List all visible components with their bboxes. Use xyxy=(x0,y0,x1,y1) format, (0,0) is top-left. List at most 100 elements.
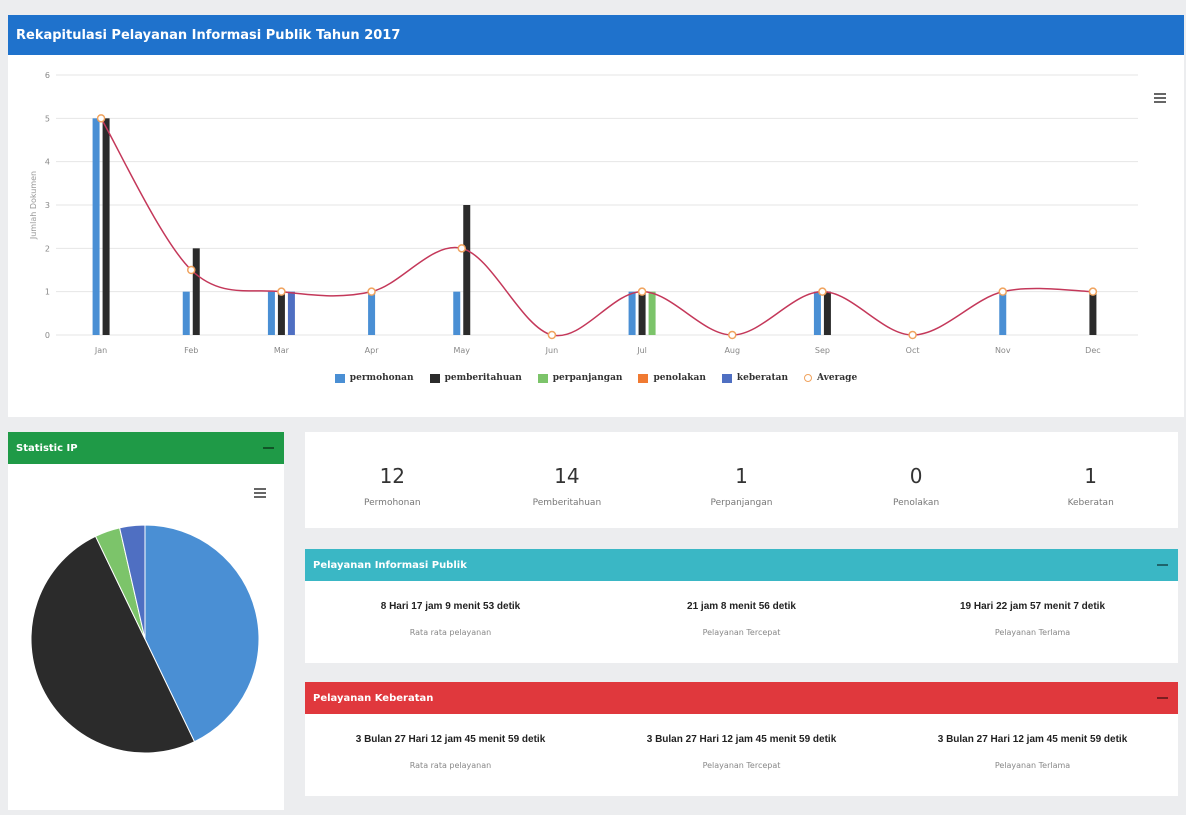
statistic-ip-pie xyxy=(30,524,260,754)
legend-label: perpanjangan xyxy=(552,373,623,383)
legend-item-keberatan[interactable]: keberatan xyxy=(721,373,788,383)
svc-fastest: 21 jam 8 menit 56 detik Pelayanan Tercep… xyxy=(596,601,887,637)
x-tick-label: Jan xyxy=(94,346,107,355)
bar-perpanjangan[interactable] xyxy=(648,291,656,335)
count-value: 1 xyxy=(735,464,748,488)
bar-pemberitahuan[interactable] xyxy=(192,248,200,335)
svc-value: 8 Hari 17 jam 9 menit 53 detik xyxy=(380,601,521,612)
svc-label: Pelayanan Tercepat xyxy=(702,628,781,637)
legend-swatch xyxy=(537,373,548,383)
x-tick-label: Mar xyxy=(274,346,290,355)
average-point[interactable] xyxy=(998,287,1007,296)
bar-permohonan[interactable] xyxy=(182,291,190,335)
y-tick-label: 4 xyxy=(45,158,50,167)
pelayanan-informasi-panel: Pelayanan Informasi Publik 8 Hari 17 jam… xyxy=(305,549,1178,663)
legend-item-pemberitahuan[interactable]: pemberitahuan xyxy=(429,373,522,383)
x-tick-label: Feb xyxy=(184,346,198,355)
legend-item-average[interactable]: Average xyxy=(804,373,857,383)
average-point[interactable] xyxy=(277,287,286,296)
pelayanan-informasi-header: Pelayanan Informasi Publik xyxy=(305,549,1178,581)
bar-pemberitahuan[interactable] xyxy=(1089,291,1097,335)
bar-permohonan[interactable] xyxy=(267,291,275,335)
average-point[interactable] xyxy=(728,330,737,340)
rekapitulasi-chart: 0 1 2 3 4 5 6 Jumlah Dokumen Jan Feb Mar Apr May Jun J… xyxy=(29,71,1138,355)
svc-value: 3 Bulan 27 Hari 12 jam 45 menit 59 detik xyxy=(937,734,1128,745)
count-label: Permohonan xyxy=(364,498,421,508)
bar-permohonan[interactable] xyxy=(92,118,100,335)
average-point[interactable] xyxy=(1088,287,1098,296)
collapse-icon[interactable] xyxy=(1157,697,1168,699)
count-label: Keberatan xyxy=(1067,498,1114,508)
svc-value: 19 Hari 22 jam 57 menit 7 detik xyxy=(959,601,1106,612)
bar-pemberitahuan[interactable] xyxy=(638,291,646,335)
average-point[interactable] xyxy=(818,287,827,296)
bar-permohonan[interactable] xyxy=(368,291,376,335)
average-point[interactable] xyxy=(367,287,376,296)
legend-item-penolakan[interactable]: penolakan xyxy=(638,373,706,383)
x-tick-label: Oct xyxy=(906,346,920,355)
svc-fastest: 3 Bulan 27 Hari 12 jam 45 menit 59 detik… xyxy=(596,734,887,770)
count-label: Penolakan xyxy=(893,498,940,508)
legend-swatch xyxy=(804,374,813,382)
svc-average: 8 Hari 17 jam 9 menit 53 detik Rata rata… xyxy=(305,601,596,637)
bar-permohonan[interactable] xyxy=(813,291,821,335)
legend-swatch xyxy=(638,373,649,383)
average-point[interactable] xyxy=(96,114,106,123)
counts-panel: 12 Permohonan 14 Pemberitahuan 1 Perpanj… xyxy=(305,432,1178,528)
legend-item-permohonan[interactable]: permohonan xyxy=(334,373,414,383)
count-label: Pemberitahuan xyxy=(532,498,602,508)
average-point[interactable] xyxy=(187,265,196,275)
count-permohonan: 12 Permohonan xyxy=(305,464,480,508)
count-penolakan: 0 Penolakan xyxy=(829,464,1004,508)
bar-pemberitahuan[interactable] xyxy=(277,291,285,335)
legend-label: Average xyxy=(817,373,858,383)
statistic-ip-header: Statistic IP xyxy=(8,432,284,464)
bar-permohonan[interactable] xyxy=(999,291,1007,335)
count-value: 1 xyxy=(1084,464,1098,488)
bar-pemberitahuan[interactable] xyxy=(823,291,831,335)
chart-panel: Rekapitulasi Pelayanan Informasi Publik … xyxy=(8,15,1184,417)
pelayanan-keberatan-header: Pelayanan Keberatan xyxy=(305,682,1178,714)
y-axis-label: Jumlah Dokumen xyxy=(29,171,38,240)
average-line xyxy=(100,117,1093,337)
average-point[interactable] xyxy=(547,330,557,340)
collapse-icon[interactable] xyxy=(1157,564,1168,566)
pelayanan-keberatan-title: Pelayanan Keberatan xyxy=(313,692,434,704)
svc-average: 3 Bulan 27 Hari 12 jam 45 menit 59 detik… xyxy=(305,734,596,770)
chart-panel-header: Rekapitulasi Pelayanan Informasi Publik … xyxy=(8,15,1184,55)
legend-label: pemberitahuan xyxy=(444,373,522,383)
x-tick-label: Jun xyxy=(545,346,559,355)
statistic-ip-title: Statistic IP xyxy=(16,442,78,454)
svc-label: Pelayanan Tercepat xyxy=(702,761,781,770)
count-perpanjangan: 1 Perpanjangan xyxy=(654,464,829,508)
chart-legend: permohonan pemberitahuan perpanjangan penol… xyxy=(8,373,1184,383)
bar-pemberitahuan[interactable] xyxy=(463,205,471,335)
count-label: Perpanjangan xyxy=(710,498,773,508)
svc-longest: 19 Hari 22 jam 57 menit 7 detik Pelayana… xyxy=(887,601,1178,637)
x-tick-label: May xyxy=(453,346,470,355)
legend-item-perpanjangan[interactable]: perpanjangan xyxy=(537,373,623,383)
average-point[interactable] xyxy=(637,287,647,296)
bar-permohonan[interactable] xyxy=(453,291,461,335)
x-tick-label: Sep xyxy=(815,346,830,355)
y-tick-label: 5 xyxy=(45,114,50,123)
legend-swatch xyxy=(334,373,345,383)
svc-label: Rata rata pelayanan xyxy=(409,761,492,770)
count-value: 0 xyxy=(909,464,923,488)
svc-label: Pelayanan Terlama xyxy=(994,761,1071,770)
average-point[interactable] xyxy=(457,244,466,253)
x-tick-label: Apr xyxy=(365,346,380,355)
x-tick-label: Nov xyxy=(995,346,1011,355)
chart-panel-title: Rekapitulasi Pelayanan Informasi Publik … xyxy=(16,27,401,43)
bar-permohonan[interactable] xyxy=(628,291,636,335)
collapse-icon[interactable] xyxy=(263,447,274,449)
bar-keberatan[interactable] xyxy=(287,291,295,335)
svc-value: 3 Bulan 27 Hari 12 jam 45 menit 59 detik xyxy=(646,734,837,745)
svc-label: Rata rata pelayanan xyxy=(409,628,492,637)
svc-value: 3 Bulan 27 Hari 12 jam 45 menit 59 detik xyxy=(355,734,546,745)
pelayanan-keberatan-panel: Pelayanan Keberatan 3 Bulan 27 Hari 12 j… xyxy=(305,682,1178,796)
svc-label: Pelayanan Terlama xyxy=(994,628,1071,637)
bar-pemberitahuan[interactable] xyxy=(102,118,110,335)
average-point[interactable] xyxy=(908,330,917,340)
legend-label: permohonan xyxy=(349,373,414,383)
